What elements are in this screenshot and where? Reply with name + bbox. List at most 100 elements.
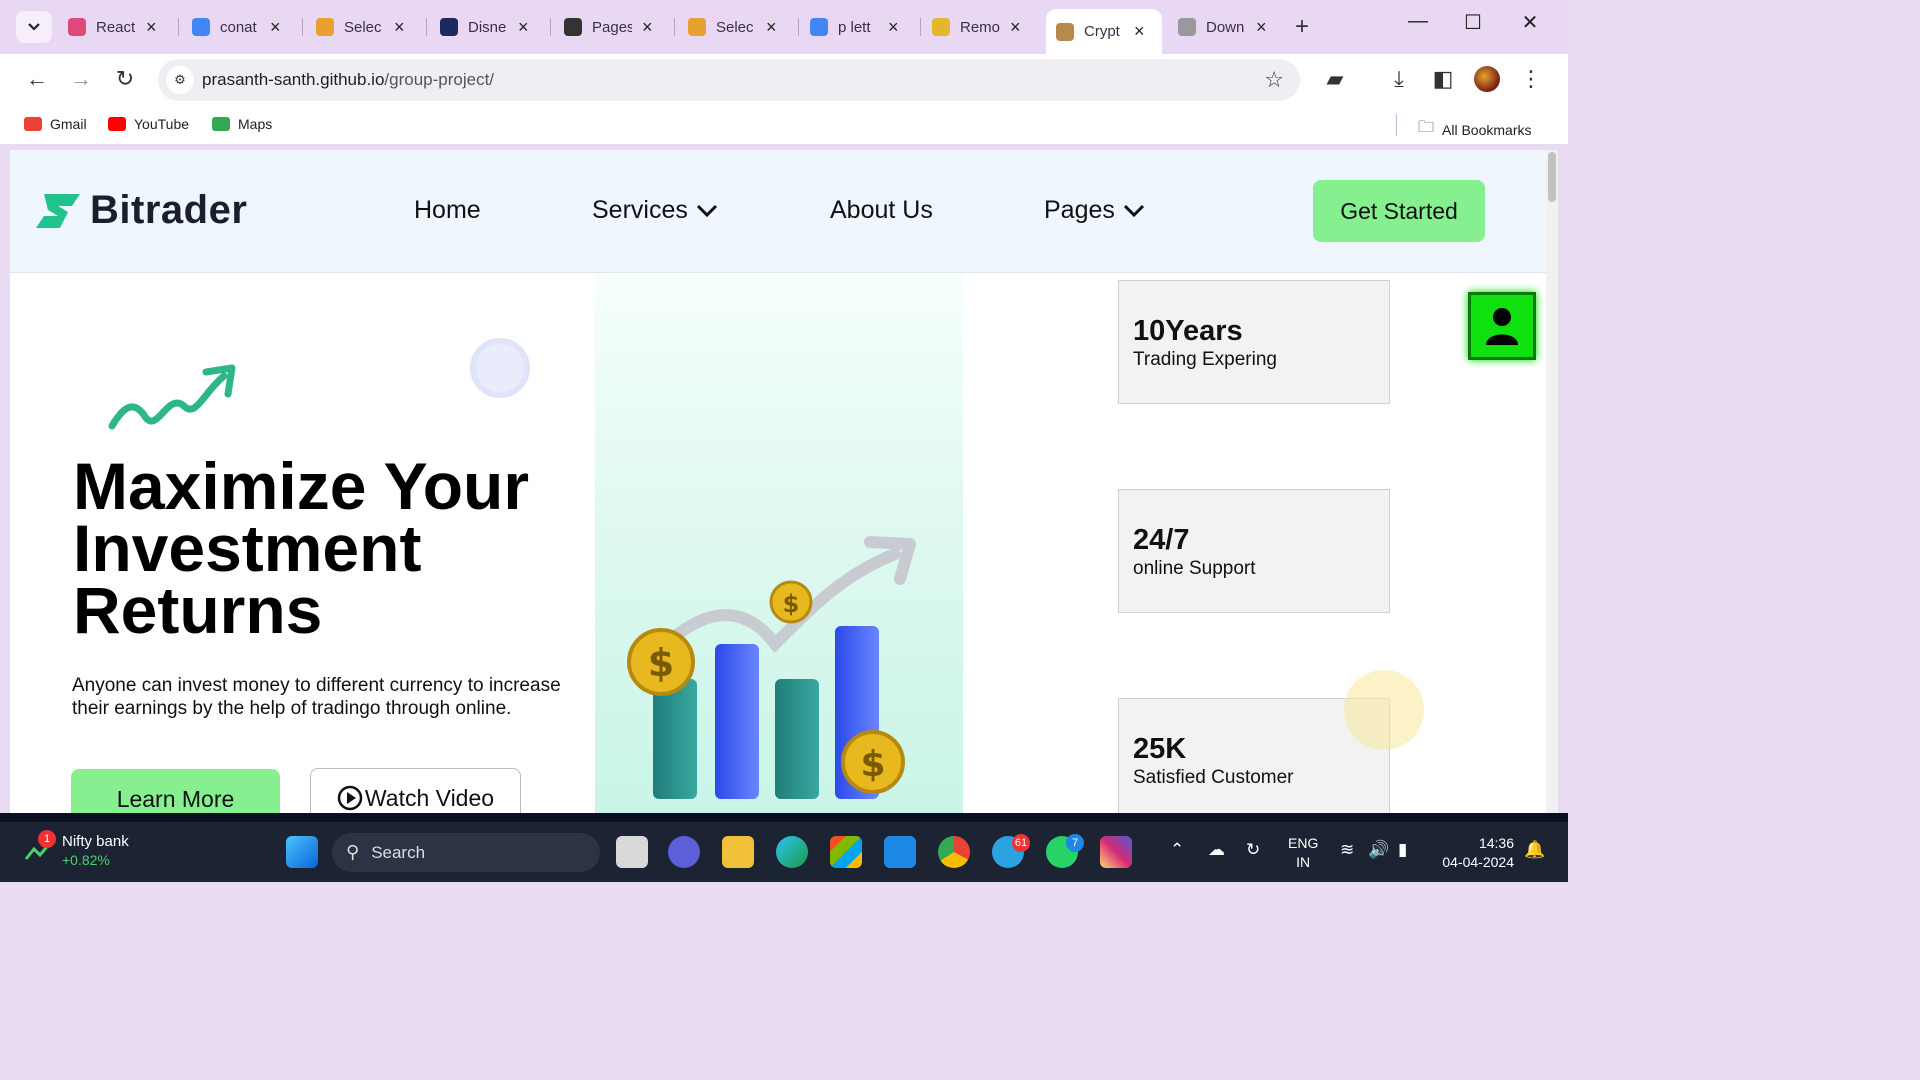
tab-label: Pages [592,18,632,36]
download-icon[interactable]: ⤓ [1384,66,1414,92]
tab-close-icon[interactable]: × [766,17,777,38]
task-view-icon[interactable] [616,836,648,868]
volume-icon[interactable]: 🔊 [1368,840,1389,860]
user-profile-button[interactable] [1468,292,1536,360]
menu-kebab-icon[interactable]: ⋮ [1516,66,1546,92]
tab-favicon-icon [688,18,706,36]
tab-favicon-icon [316,18,334,36]
tab-search-button[interactable] [16,11,52,43]
bookmark-star-icon[interactable]: ☆ [1264,67,1284,93]
nav-about[interactable]: About Us [830,196,933,225]
growth-chart-illustration: $ $ $ [627,536,916,799]
watch-video-button[interactable]: Watch Video [310,768,521,813]
side-panel-icon[interactable]: ◧ [1428,66,1458,92]
site-logo[interactable]: Bitrader [34,188,247,233]
tab-separator [920,18,921,36]
maximize-button[interactable]: ☐ [1453,10,1493,35]
svg-text:$: $ [860,744,885,785]
bookmark-maps[interactable]: Maps [212,116,272,132]
windows-taskbar: 1 Nifty bank +0.82% ⚲ Search 61 7 ⌃ ☁ ↻ … [0,822,1568,882]
instagram-icon[interactable] [1100,836,1132,868]
stock-widget[interactable]: 1 Nifty bank +0.82% [24,830,129,870]
new-tab-button[interactable]: + [1295,13,1309,41]
tab-separator [426,18,427,36]
browser-tab[interactable]: p lett × [800,9,916,45]
tab-separator [550,18,551,36]
browser-tab[interactable]: Down × [1168,9,1284,45]
svg-text:$: $ [648,641,674,685]
tab-separator [674,18,675,36]
bookmark-youtube[interactable]: YouTube [108,116,189,132]
notification-bell-icon[interactable]: 🔔 [1524,840,1545,860]
browser-tab[interactable]: Selec × [306,9,422,45]
chevron-up-icon[interactable]: ⌃ [1170,840,1184,860]
browser-tab[interactable]: React × [58,9,174,45]
chevron-down-icon [1123,204,1144,217]
all-bookmarks-button[interactable]: 🗀 All Bookmarks [1418,116,1531,143]
stat-card-support: 24/7 online Support [1118,489,1390,613]
telegram-badge: 61 [1012,834,1030,852]
sync-icon[interactable]: ↻ [1246,840,1260,860]
forward-button[interactable]: → [66,66,96,92]
taskbar-search[interactable]: ⚲ Search [332,833,600,872]
page-scrollbar[interactable] [1546,150,1558,813]
chat-icon[interactable] [668,836,700,868]
nav-pages[interactable]: Pages [1044,196,1145,225]
back-button[interactable]: ← [22,66,52,92]
scroll-thumb[interactable] [1548,152,1556,202]
minimize-button[interactable]: — [1398,10,1438,33]
tab-close-icon[interactable]: × [1256,17,1267,38]
tab-close-icon[interactable]: × [146,17,157,38]
tab-close-icon[interactable]: × [270,17,281,38]
browser-tab[interactable]: Disne × [430,9,546,45]
tab-favicon-icon [1056,22,1074,41]
tab-close-icon[interactable]: × [1134,21,1145,42]
browser-tab[interactable]: Crypt × [1046,9,1162,54]
tab-close-icon[interactable]: × [1010,17,1021,38]
chevron-down-icon [696,204,717,217]
tab-close-icon[interactable]: × [518,17,529,38]
vscode-icon[interactable] [884,836,916,868]
wifi-icon[interactable]: ≋ [1340,840,1354,860]
extensions-icon[interactable]: ▰ [1320,66,1350,92]
tab-close-icon[interactable]: × [394,17,405,38]
search-icon: ⚲ [346,842,360,862]
chrome-icon[interactable] [938,836,970,868]
file-explorer-icon[interactable] [722,836,754,868]
url-text[interactable]: prasanth-santh.github.io/group-project/ [202,70,494,90]
bookmarks-divider [1396,114,1397,136]
reload-button[interactable]: ↻ [110,66,140,92]
site-navbar: Bitrader Home Services About Us Pages Ge… [10,150,1546,273]
tab-close-icon[interactable]: × [888,17,899,38]
get-started-button[interactable]: Get Started [1313,180,1485,242]
site-info-icon[interactable]: ⚙ [166,66,194,94]
nav-services[interactable]: Services [592,196,718,225]
close-window-button[interactable]: ✕ [1510,10,1550,35]
battery-icon[interactable]: ▮ [1398,840,1407,860]
background-window-strip [0,813,1568,822]
language-indicator[interactable]: ENG IN [1288,834,1318,872]
learn-more-button[interactable]: Learn More [71,769,280,813]
tab-favicon-icon [440,18,458,36]
onedrive-icon[interactable]: ☁ [1208,840,1225,860]
bookmark-gmail[interactable]: Gmail [24,116,87,132]
page-viewport: Bitrader Home Services About Us Pages Ge… [10,150,1546,813]
user-icon [1486,308,1518,345]
browser-tab[interactable]: Pages × [554,9,670,45]
clock[interactable]: 14:36 04-04-2024 [1438,834,1514,872]
edge-icon[interactable] [776,836,808,868]
nav-home[interactable]: Home [414,196,481,225]
start-button[interactable] [286,836,318,868]
address-bar[interactable]: ⚙ prasanth-santh.github.io/group-project… [158,59,1300,101]
store-icon[interactable] [830,836,862,868]
tab-label: Down [1206,18,1245,36]
tab-label: p lett [838,18,871,36]
tab-label: conat [220,18,257,36]
browser-tab[interactable]: Selec × [678,9,794,45]
tab-favicon-icon [932,18,950,36]
browser-tab[interactable]: conat × [182,9,298,45]
hero-illustration: $ $ $ [595,274,963,813]
profile-avatar[interactable] [1474,66,1500,92]
browser-tab[interactable]: Remo × [922,9,1038,45]
tab-close-icon[interactable]: × [642,17,653,38]
